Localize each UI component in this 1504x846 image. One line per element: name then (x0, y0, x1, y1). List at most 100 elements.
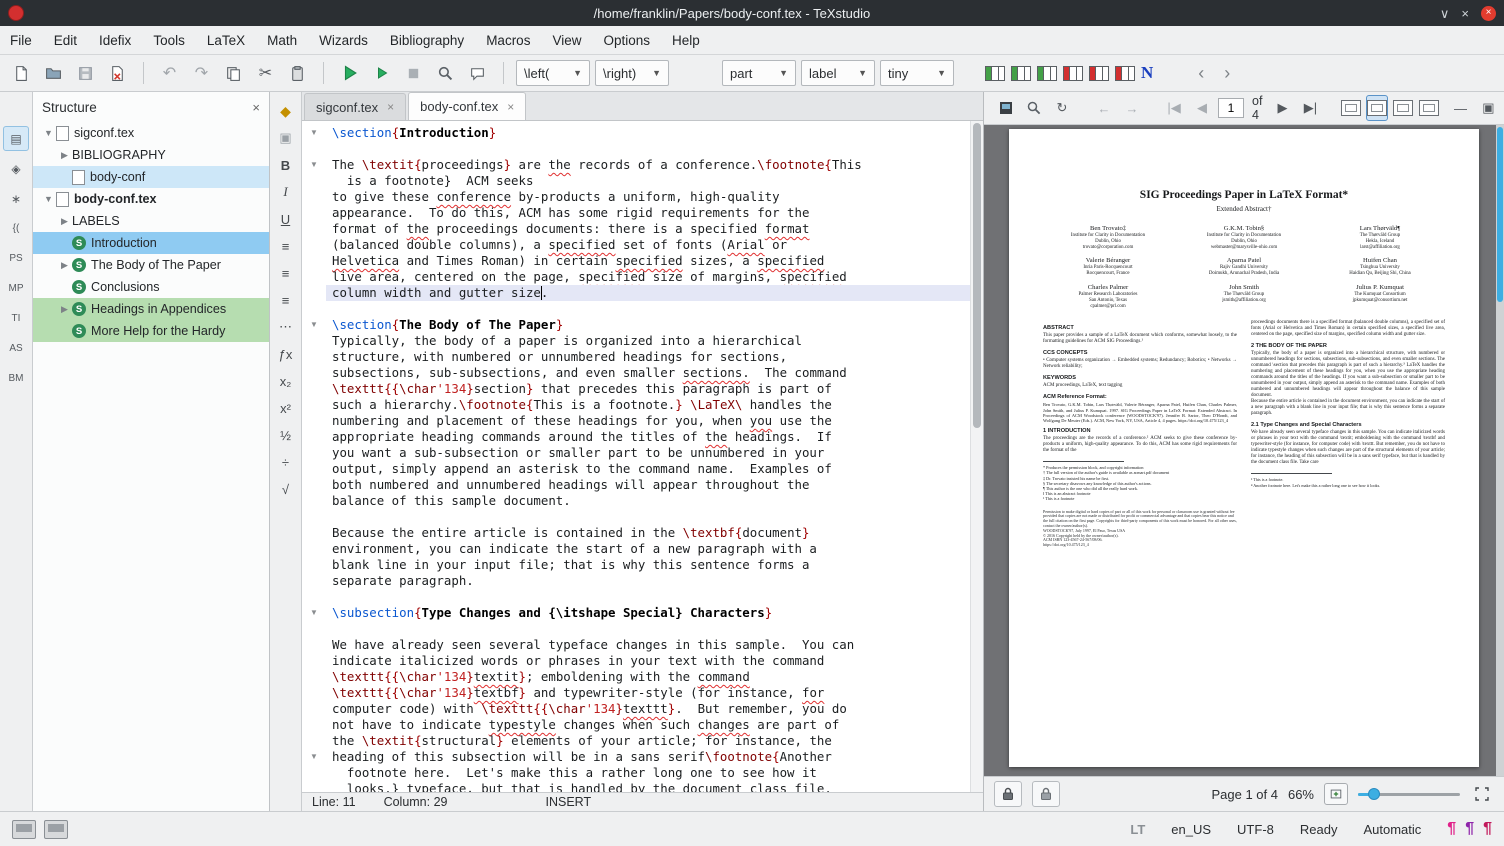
code-line[interactable]: heading of this subsection will be in a … (326, 749, 970, 765)
log-panel-icon[interactable] (12, 820, 36, 839)
code-line[interactable]: you want a sub-subsection or smaller par… (326, 445, 970, 461)
structure-item-the-body-of-the-paper[interactable]: ▶SThe Body of The Paper (33, 254, 269, 276)
expander-icon[interactable]: ▶ (57, 150, 72, 161)
italic-button[interactable]: I (274, 181, 298, 203)
view-document-icon[interactable] (432, 60, 459, 87)
code-line[interactable]: output, simply append an asterisk to the… (326, 461, 970, 477)
side-panel-tab-beamer[interactable]: BM (3, 366, 29, 391)
align-right-button[interactable]: ≡ (274, 289, 298, 311)
fold-marker-icon[interactable]: ▼ (302, 317, 326, 333)
function-button[interactable]: ƒx (274, 343, 298, 365)
format-painter-button[interactable]: ▣ (274, 127, 298, 149)
side-panel-tab-symbols[interactable]: ∗ (3, 186, 29, 211)
structure-item-more-help-for-the-hardy[interactable]: SMore Help for the Hardy (33, 320, 269, 342)
compile-and-view-icon[interactable] (336, 60, 363, 87)
side-panel-tab-bookmarks[interactable]: ◈ (3, 156, 29, 181)
structure-item-sigconf-tex[interactable]: ▼sigconf.tex (33, 122, 269, 144)
code-line[interactable] (326, 509, 970, 525)
two-pages-button[interactable] (1418, 95, 1440, 121)
fraction-button[interactable]: ½ (274, 424, 298, 446)
fit-width-button[interactable] (1340, 95, 1362, 121)
code-line[interactable]: numbering and placement of these heading… (326, 413, 970, 429)
structure-item-body-conf[interactable]: body-conf (33, 166, 269, 188)
code-line[interactable] (326, 141, 970, 157)
marker-icon-3[interactable]: ¶ (1483, 821, 1492, 837)
code-lines[interactable]: \section{Introduction}The \textit{procee… (326, 121, 970, 792)
pdf-page-input[interactable] (1218, 98, 1244, 118)
add-row-icon[interactable] (1011, 66, 1031, 81)
code-line[interactable]: We have already seen several typeface ch… (326, 637, 970, 653)
search-icon[interactable] (1022, 96, 1046, 120)
close-tab-icon[interactable]: × (387, 100, 394, 114)
language-selector[interactable]: en_US (1171, 822, 1211, 837)
menu-tools[interactable]: Tools (153, 33, 185, 48)
menu-file[interactable]: File (10, 33, 32, 48)
structure-item-conclusions[interactable]: SConclusions (33, 276, 269, 298)
underline-button[interactable]: U (274, 208, 298, 230)
code-line[interactable]: indicate italicized words or phrases in … (326, 653, 970, 669)
menu-edit[interactable]: Edit (54, 33, 77, 48)
code-line[interactable]: format of the proceedings documents: the… (326, 221, 970, 237)
back-icon[interactable]: ← (1092, 96, 1116, 120)
code-line[interactable]: is a footnote} ACM seeks (326, 173, 970, 189)
code-line[interactable]: \texttt{{\char'134}textbf} and typewrite… (326, 685, 970, 701)
code-line[interactable]: not have to indicate typestyle changes w… (326, 717, 970, 733)
open-file-icon[interactable] (40, 60, 67, 87)
align-center-button[interactable]: ≡ (274, 262, 298, 284)
menu-latex[interactable]: LaTeX (207, 33, 245, 48)
code-line[interactable]: separate paragraph. (326, 573, 970, 589)
compile-mode-selector[interactable]: Automatic (1363, 822, 1421, 837)
menu-help[interactable]: Help (672, 33, 700, 48)
zoom-fit-button[interactable] (1324, 783, 1348, 805)
code-line[interactable]: structure, with numbered or unnumbered h… (326, 349, 970, 365)
quit-button[interactable]: × (1481, 6, 1496, 21)
structure-item-body-conf-tex[interactable]: ▼body-conf.tex (33, 188, 269, 210)
marker-icon-1[interactable]: ¶ (1447, 821, 1456, 837)
save-file-icon[interactable] (72, 60, 99, 87)
minimize-panel-icon[interactable]: — (1448, 96, 1472, 120)
code-line[interactable]: balance of this sample document. (326, 493, 970, 509)
pdf-scrollbar[interactable] (1496, 125, 1504, 776)
code-line[interactable]: column width and gutter size. (326, 285, 970, 301)
code-line[interactable] (326, 301, 970, 317)
code-line[interactable] (326, 621, 970, 637)
terminal-panel-icon[interactable] (44, 820, 68, 839)
tab-sigconf-tex[interactable]: sigconf.tex× (304, 93, 406, 120)
side-panel-tab-asymptote[interactable]: AS (3, 336, 29, 361)
fold-marker-icon[interactable]: ▼ (302, 125, 326, 141)
fontsize-combo[interactable]: tiny▼ (880, 60, 954, 86)
code-editor[interactable]: ▼▼▼▼▼ \section{Introduction}The \textit{… (302, 121, 983, 792)
tab-body-conf-tex[interactable]: body-conf.tex× (408, 92, 526, 120)
code-line[interactable]: \texttt{{\char'134}textit}; emboldening … (326, 669, 970, 685)
side-panel-tab-tikz[interactable]: TI (3, 306, 29, 331)
menu-view[interactable]: View (552, 33, 581, 48)
structure-item-headings-in-appendices[interactable]: ▶SHeadings in Appendices (33, 298, 269, 320)
reference-combo[interactable]: label▼ (801, 60, 875, 86)
fold-gutter[interactable]: ▼▼▼▼▼ (302, 121, 326, 792)
previous-icon[interactable]: ‹ (1198, 63, 1204, 84)
zoom-slider[interactable] (1358, 785, 1460, 803)
close-window-button[interactable]: × (1461, 7, 1469, 20)
add-column-icon[interactable] (985, 66, 1005, 81)
code-line[interactable]: computer code) with \texttt{{\char'134}t… (326, 701, 970, 717)
code-line[interactable]: (balanced double columns), a specified s… (326, 237, 970, 253)
code-line[interactable]: appropriate heading commands around the … (326, 429, 970, 445)
undo-icon[interactable]: ↶ (156, 60, 183, 87)
wizard-button[interactable]: ◆ (274, 100, 298, 122)
code-line[interactable]: footnote here. Let's make this a rather … (326, 765, 970, 781)
fold-marker-icon[interactable]: ▼ (302, 605, 326, 621)
code-line[interactable]: appearance. To do this, ACM has some rig… (326, 205, 970, 221)
left-bracket-combo[interactable]: \left(▼ (516, 60, 590, 86)
expander-icon[interactable]: ▼ (41, 128, 56, 138)
languagetool-indicator[interactable]: LT (1130, 822, 1145, 837)
code-line[interactable]: Typically, the body of a paper is organi… (326, 333, 970, 349)
menu-macros[interactable]: Macros (486, 33, 530, 48)
typewriter-button[interactable]: ⋯ (274, 316, 298, 338)
refresh-icon[interactable]: ↻ (1050, 96, 1074, 120)
code-line[interactable]: Because the entire article is contained … (326, 525, 970, 541)
structure-item-labels[interactable]: ▶LABELS (33, 210, 269, 232)
side-panel-tab-brackets[interactable]: {( (3, 216, 29, 241)
previous-page-icon[interactable]: ◀ (1190, 96, 1214, 120)
menu-options[interactable]: Options (603, 33, 650, 48)
code-line[interactable]: such a hierarchy.\footnote{This is a foo… (326, 397, 970, 413)
